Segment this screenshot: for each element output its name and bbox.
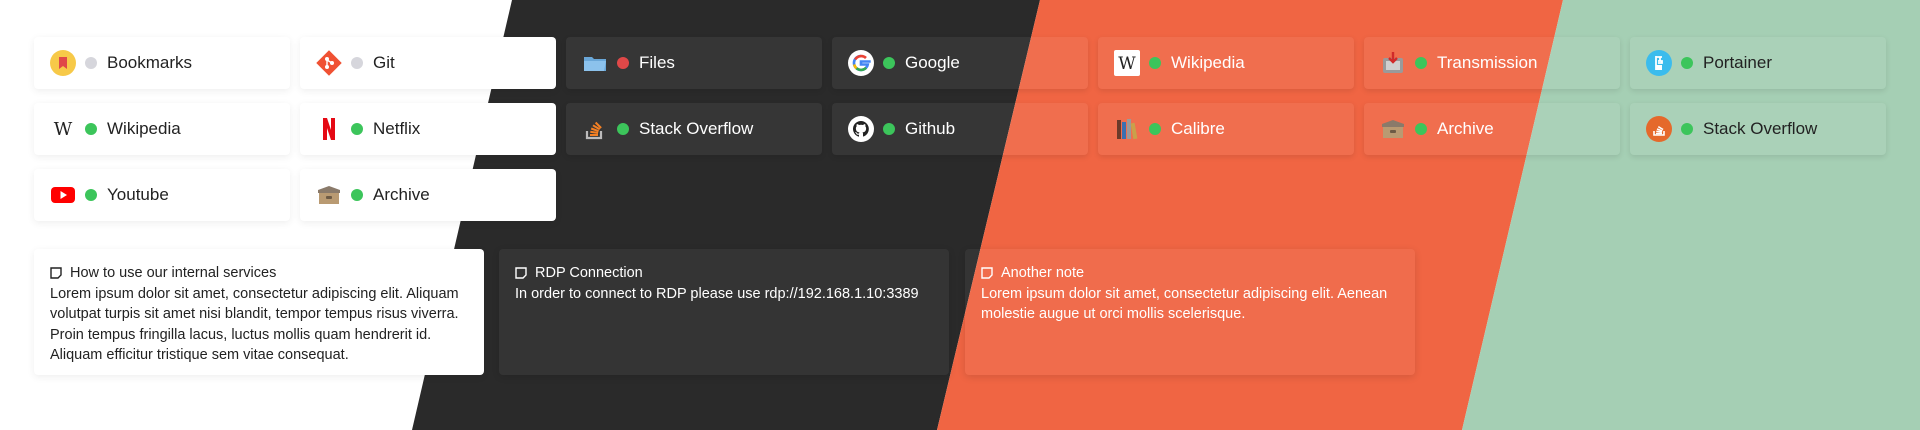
note-icon bbox=[981, 267, 993, 279]
status-dot bbox=[1415, 123, 1427, 135]
wikipedia-icon: W bbox=[1114, 50, 1140, 76]
bookmark-icon bbox=[50, 50, 76, 76]
transmission-icon bbox=[1380, 50, 1406, 76]
note-title: RDP Connection bbox=[515, 263, 933, 284]
note-body: Lorem ipsum dolor sit amet, consectetur … bbox=[981, 284, 1399, 325]
service-tile-archive[interactable]: Archive bbox=[1364, 103, 1620, 155]
service-label: Files bbox=[639, 53, 675, 72]
service-tile-bookmarks[interactable]: Bookmarks bbox=[34, 37, 290, 89]
service-label: Portainer bbox=[1703, 53, 1772, 72]
status-dot bbox=[1149, 57, 1161, 69]
service-tile-youtube[interactable]: Youtube bbox=[34, 169, 290, 221]
service-label: Git bbox=[373, 53, 395, 72]
status-dot bbox=[883, 57, 895, 69]
note-card: Another note Lorem ipsum dolor sit amet,… bbox=[965, 249, 1415, 375]
note-line: molestie augue ut orci mollis scelerisqu… bbox=[981, 306, 1246, 322]
service-label: Stack Overflow bbox=[1703, 119, 1818, 138]
calibre-icon bbox=[1114, 116, 1140, 142]
note-card: RDP Connection In order to connect to RD… bbox=[499, 249, 949, 375]
service-tile-transmission[interactable]: Transmission bbox=[1364, 37, 1620, 89]
note-card: How to use our internal services Lorem i… bbox=[34, 249, 484, 375]
note-icon bbox=[515, 267, 527, 279]
service-tile-stack-overflow[interactable]: Stack Overflow bbox=[566, 103, 822, 155]
service-tile-google[interactable]: Google bbox=[832, 37, 1088, 89]
youtube-icon bbox=[50, 182, 76, 208]
service-label: Netflix bbox=[373, 119, 421, 138]
service-tile-calibre[interactable]: Calibre bbox=[1098, 103, 1354, 155]
archive-icon bbox=[316, 182, 342, 208]
service-tile-wikipedia[interactable]: W Wikipedia bbox=[34, 103, 290, 155]
service-label: Google bbox=[905, 53, 960, 72]
note-line: In order to connect to RDP please use rd… bbox=[515, 285, 919, 302]
service-label: Wikipedia bbox=[107, 119, 181, 138]
folder-icon bbox=[582, 50, 608, 76]
note-line: Lorem ipsum dolor sit amet, consectetur … bbox=[981, 285, 1388, 302]
service-label: Youtube bbox=[107, 185, 169, 204]
svg-text:W: W bbox=[1118, 54, 1136, 74]
service-tile-files[interactable]: Files bbox=[566, 37, 822, 89]
status-dot bbox=[883, 123, 895, 135]
status-dot bbox=[1415, 57, 1427, 69]
note-body: In order to connect to RDP please use rd… bbox=[515, 284, 933, 305]
github-icon bbox=[848, 116, 874, 142]
service-tile-git[interactable]: Git bbox=[300, 37, 556, 89]
note-title: Another note bbox=[981, 263, 1399, 284]
stackoverflow-icon bbox=[1646, 116, 1672, 142]
note-icon bbox=[50, 267, 62, 279]
service-label: Github bbox=[905, 119, 956, 138]
status-dot bbox=[1681, 57, 1693, 69]
status-dot bbox=[85, 189, 97, 201]
service-label: Wikipedia bbox=[1171, 53, 1245, 72]
service-label: Transmission bbox=[1437, 53, 1538, 72]
status-dot bbox=[617, 57, 629, 69]
netflix-icon bbox=[316, 116, 342, 142]
status-dot bbox=[1149, 123, 1161, 135]
service-tile-archive[interactable]: Archive bbox=[300, 169, 556, 221]
note-line: volutpat turpis sit amet nisi blandit, t… bbox=[50, 306, 459, 322]
note-title: How to use our internal services bbox=[50, 263, 468, 284]
status-dot bbox=[1681, 123, 1693, 135]
note-line: Lorem ipsum dolor sit amet, consectetur … bbox=[50, 285, 459, 302]
service-label: Stack Overflow bbox=[639, 119, 754, 138]
portainer-icon bbox=[1646, 50, 1672, 76]
service-tile-stack-overflow[interactable]: Stack Overflow bbox=[1630, 103, 1886, 155]
service-tile-github[interactable]: Github bbox=[832, 103, 1088, 155]
stackoverflow-icon bbox=[582, 116, 608, 142]
note-line: Aliquam efficitur tristique sem vitae co… bbox=[50, 347, 349, 363]
svg-text:W: W bbox=[54, 119, 73, 140]
service-tile-portainer[interactable]: Portainer bbox=[1630, 37, 1886, 89]
service-label: Bookmarks bbox=[107, 53, 193, 72]
note-title-text: RDP Connection bbox=[535, 265, 643, 281]
status-dot bbox=[351, 189, 363, 201]
git-icon bbox=[316, 50, 342, 76]
status-dot bbox=[617, 123, 629, 135]
archive-icon bbox=[1380, 116, 1406, 142]
service-label: Calibre bbox=[1171, 119, 1225, 138]
service-label: Archive bbox=[1437, 119, 1494, 138]
note-body: Lorem ipsum dolor sit amet, consectetur … bbox=[50, 284, 468, 366]
note-line: Proin tempus fringilla lacus, luctus mol… bbox=[50, 326, 432, 343]
note-title-text: Another note bbox=[1001, 265, 1085, 281]
status-dot bbox=[351, 123, 363, 135]
status-dot bbox=[85, 123, 97, 135]
google-icon bbox=[848, 50, 874, 76]
status-dot bbox=[85, 57, 97, 69]
wikipedia-icon: W bbox=[50, 116, 76, 142]
service-label: Archive bbox=[373, 185, 430, 204]
note-title-text: How to use our internal services bbox=[70, 265, 277, 281]
service-tile-wikipedia[interactable]: W Wikipedia bbox=[1098, 37, 1354, 89]
service-tile-netflix[interactable]: Netflix bbox=[300, 103, 556, 155]
status-dot bbox=[351, 57, 363, 69]
